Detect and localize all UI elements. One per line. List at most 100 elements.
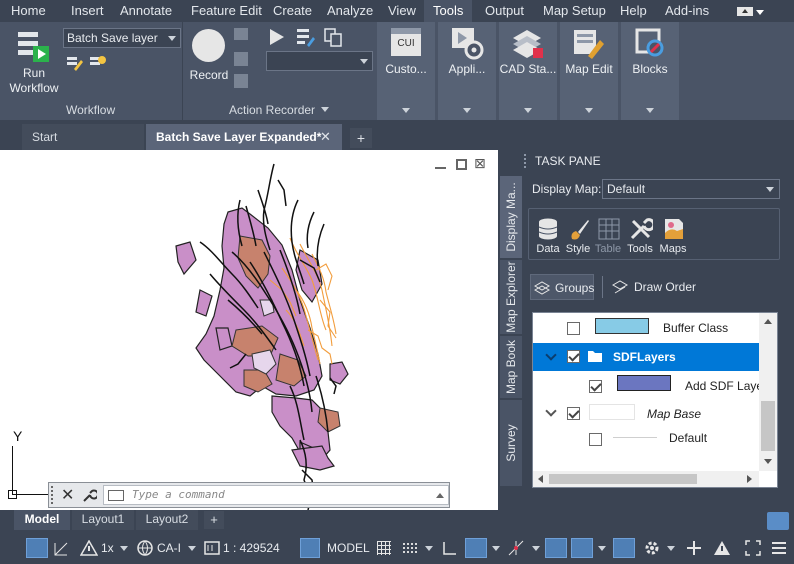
- run-workflow-button[interactable]: Run Workflow: [6, 26, 62, 96]
- tab-layout2[interactable]: Layout2: [136, 510, 198, 530]
- add-icon[interactable]: [686, 540, 702, 556]
- tab-display-manager[interactable]: Display Ma...: [500, 176, 522, 258]
- fullscreen-icon[interactable]: [745, 540, 761, 556]
- map-scale[interactable]: 1 : 429524: [223, 541, 280, 555]
- close-icon[interactable]: ✕: [61, 485, 74, 505]
- groups-button[interactable]: Groups: [530, 274, 594, 300]
- drawing-canvas[interactable]: ⊠ Y ✕ Type a command: [0, 150, 498, 510]
- blocks-button[interactable]: Blocks: [621, 22, 679, 120]
- manage-actions-icon[interactable]: [323, 27, 343, 47]
- tree-row-buffer-class[interactable]: Buffer Class: [533, 313, 759, 343]
- object-snap-tracking-icon[interactable]: [545, 538, 567, 558]
- map-drawing[interactable]: [0, 150, 498, 510]
- chevron-down-icon[interactable]: [598, 546, 606, 551]
- vertical-scrollbar[interactable]: [759, 313, 777, 471]
- task-pane-grip[interactable]: [524, 154, 530, 168]
- chevron-down-icon[interactable]: [492, 546, 500, 551]
- annotation-scale-icon[interactable]: [613, 538, 635, 558]
- tab-start[interactable]: Start: [22, 124, 144, 150]
- chevron-down-icon[interactable]: [545, 349, 557, 361]
- macro-combo[interactable]: [266, 51, 373, 71]
- menu-help[interactable]: Help: [619, 0, 648, 22]
- menu-add-ins[interactable]: Add-ins: [664, 0, 710, 22]
- tree-row-add-sdf-layer[interactable]: Add SDF Layer: [533, 371, 767, 401]
- tab-model[interactable]: Model: [14, 510, 70, 530]
- chevron-down-icon[interactable]: [532, 546, 540, 551]
- buffer-class-checkbox[interactable]: [567, 322, 580, 335]
- grid-snap-icon[interactable]: [53, 541, 69, 557]
- menu-insert[interactable]: Insert: [70, 0, 105, 22]
- chevron-down-icon[interactable]: [425, 546, 433, 551]
- menu-analyze[interactable]: Analyze: [326, 0, 374, 22]
- action-recorder-expand-arrow[interactable]: [321, 107, 329, 112]
- grid-display-icon[interactable]: [377, 541, 391, 555]
- model-space-icon[interactable]: [26, 538, 48, 558]
- new-workflow-icon[interactable]: [89, 54, 107, 72]
- polar-tracking-icon[interactable]: [465, 538, 487, 558]
- close-icon[interactable]: ✕: [320, 124, 331, 150]
- cad-standards-button[interactable]: CAD Sta...: [499, 22, 557, 120]
- tools-button[interactable]: Tools: [625, 213, 655, 257]
- chevron-down-icon[interactable]: [545, 405, 557, 417]
- lock-icon[interactable]: [300, 538, 320, 558]
- menu-home[interactable]: Home: [10, 0, 47, 22]
- scale-multiplier[interactable]: 1x: [101, 541, 114, 555]
- isodraft-icon[interactable]: [507, 539, 525, 557]
- new-layout-button[interactable]: +: [204, 511, 224, 529]
- applications-button[interactable]: Appli...: [438, 22, 496, 120]
- maps-button[interactable]: Maps: [657, 213, 689, 257]
- warning-triangle-icon[interactable]: [713, 540, 731, 556]
- preference-icon[interactable]: [295, 27, 315, 47]
- scale-icon[interactable]: [204, 540, 220, 556]
- command-input[interactable]: Type a command: [103, 485, 449, 505]
- tab-batch-save-layer[interactable]: Batch Save Layer Expanded* ✕: [146, 124, 342, 150]
- command-grip[interactable]: [51, 486, 56, 504]
- menu-annotate[interactable]: Annotate: [119, 0, 173, 22]
- command-history-icon[interactable]: [108, 490, 124, 501]
- style-button[interactable]: Style: [563, 213, 593, 257]
- globe-icon[interactable]: [137, 540, 153, 556]
- warning-icon[interactable]: [80, 540, 98, 556]
- menu-map-setup[interactable]: Map Setup: [542, 0, 607, 22]
- chevron-down-icon[interactable]: [188, 546, 196, 551]
- display-map-select[interactable]: Default: [602, 179, 780, 199]
- menu-icon[interactable]: [771, 540, 787, 556]
- horizontal-scrollbar[interactable]: [533, 471, 759, 487]
- data-button[interactable]: Data: [533, 213, 563, 257]
- vertical-scroll-thumb[interactable]: [761, 401, 775, 451]
- add-sdf-layer-checkbox[interactable]: [589, 380, 602, 393]
- sdflayers-checkbox[interactable]: [567, 350, 580, 363]
- wrench-icon[interactable]: [81, 488, 97, 504]
- tab-layout1[interactable]: Layout1: [72, 510, 134, 530]
- default-checkbox[interactable]: [589, 433, 602, 446]
- menu-feature-edit[interactable]: Feature Edit: [190, 0, 263, 22]
- coordinate-system[interactable]: CA-I: [157, 541, 181, 555]
- ribbon-minimize-button[interactable]: [737, 7, 753, 16]
- horizontal-scroll-thumb[interactable]: [549, 474, 697, 484]
- new-tab-button[interactable]: +: [350, 128, 372, 148]
- ribbon-options-arrow[interactable]: [756, 10, 764, 15]
- draw-order-button[interactable]: Draw Order: [610, 274, 700, 300]
- chevron-down-icon[interactable]: [667, 546, 675, 551]
- model-status[interactable]: MODEL: [327, 541, 370, 555]
- menu-tools[interactable]: Tools: [424, 0, 473, 22]
- expand-status-icon[interactable]: [767, 512, 789, 530]
- gear-icon[interactable]: [643, 539, 661, 557]
- snap-mode-icon[interactable]: [402, 542, 418, 554]
- ortho-icon[interactable]: [442, 540, 458, 556]
- tree-row-default[interactable]: Default: [533, 427, 759, 457]
- map-edit-button[interactable]: Map Edit: [560, 22, 618, 120]
- menu-create[interactable]: Create: [272, 0, 313, 22]
- map-base-checkbox[interactable]: [567, 407, 580, 420]
- tab-survey[interactable]: Survey: [500, 400, 522, 486]
- workflow-combo[interactable]: Batch Save layer: [63, 28, 181, 48]
- menu-view[interactable]: View: [387, 0, 417, 22]
- tree-row-sdflayers[interactable]: SDFLayers: [533, 343, 759, 371]
- record-button[interactable]: Record: [187, 26, 231, 86]
- edit-workflow-icon[interactable]: [66, 54, 84, 72]
- tab-map-explorer[interactable]: Map Explorer: [500, 260, 522, 334]
- command-expand-arrow[interactable]: [436, 493, 444, 498]
- play-icon[interactable]: [269, 28, 285, 46]
- menu-output[interactable]: Output: [484, 0, 525, 22]
- tab-map-book[interactable]: Map Book: [500, 336, 522, 398]
